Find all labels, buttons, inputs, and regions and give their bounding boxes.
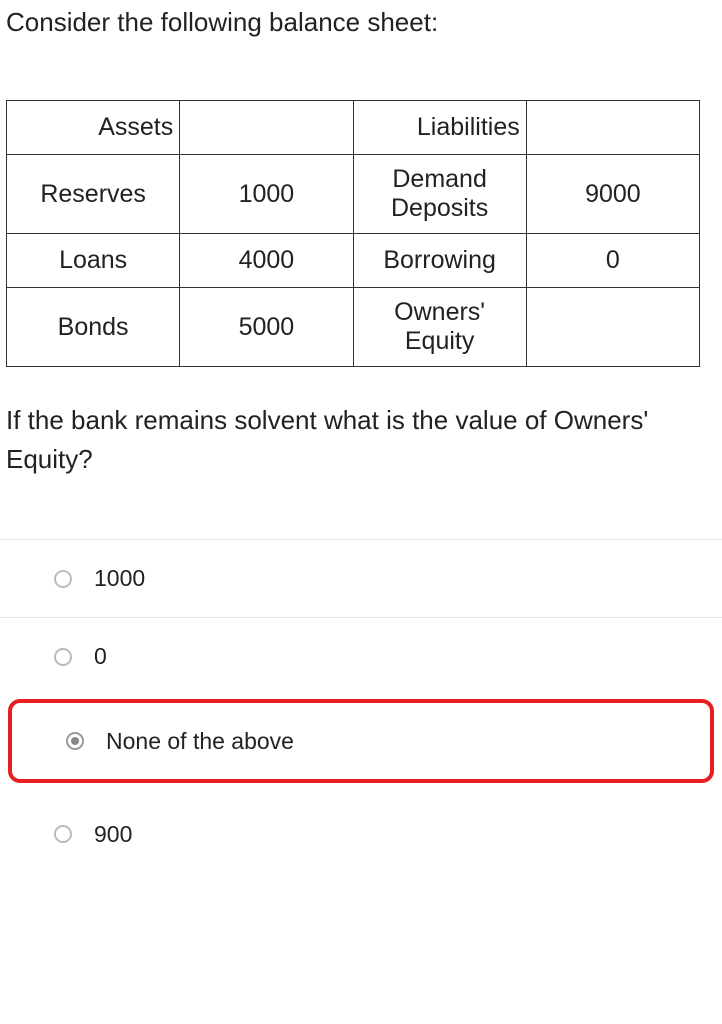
option-900[interactable]: 900 [0,795,722,873]
header-empty-1 [180,101,353,155]
option-label: 1000 [94,565,145,592]
option-label: 900 [94,821,132,848]
question-follow-text: If the bank remains solvent what is the … [0,387,722,479]
liability-label: Owners' Equity [353,288,526,367]
liability-label: Demand Deposits [353,155,526,234]
option-none-of-the-above[interactable]: None of the above [12,703,710,779]
asset-label: Reserves [7,155,180,234]
table-row: Bonds 5000 Owners' Equity [7,288,700,367]
radio-icon[interactable] [54,570,72,588]
radio-icon[interactable] [54,648,72,666]
answer-options: 1000 0 None of the above 900 [0,539,722,873]
balance-sheet-table: Assets Liabilities Reserves 1000 Demand … [6,100,700,367]
header-liabilities: Liabilities [353,101,526,155]
asset-label: Loans [7,234,180,288]
liability-value: 0 [526,234,699,288]
table-header-row: Assets Liabilities [7,101,700,155]
asset-value: 1000 [180,155,353,234]
asset-value: 5000 [180,288,353,367]
highlighted-option-frame: None of the above [8,699,714,783]
option-label: 0 [94,643,107,670]
header-assets: Assets [7,101,180,155]
question-intro-text: Consider the following balance sheet: [0,0,722,40]
option-0[interactable]: 0 [0,617,722,695]
radio-icon[interactable] [54,825,72,843]
header-empty-2 [526,101,699,155]
table-row: Loans 4000 Borrowing 0 [7,234,700,288]
liability-label: Borrowing [353,234,526,288]
option-1000[interactable]: 1000 [0,539,722,617]
option-label: None of the above [106,728,294,755]
asset-label: Bonds [7,288,180,367]
liability-value: 9000 [526,155,699,234]
radio-icon[interactable] [66,732,84,750]
liability-value [526,288,699,367]
table-row: Reserves 1000 Demand Deposits 9000 [7,155,700,234]
asset-value: 4000 [180,234,353,288]
